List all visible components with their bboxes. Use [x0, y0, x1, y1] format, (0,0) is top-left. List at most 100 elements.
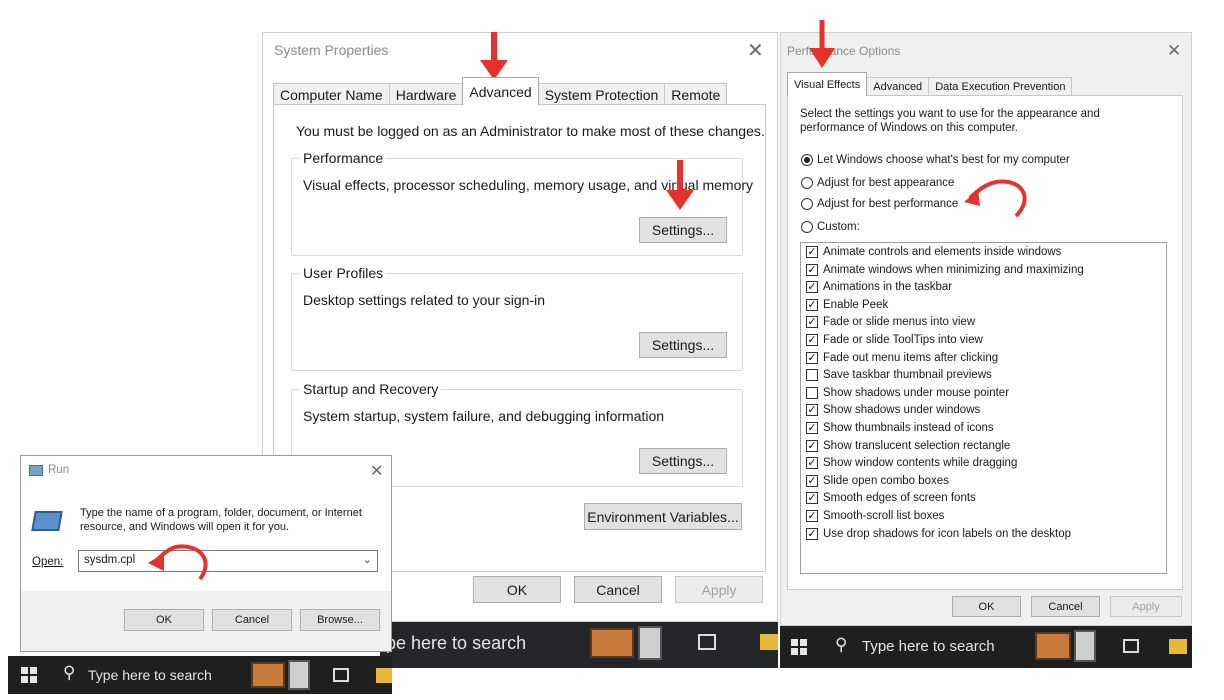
apply-button[interactable]: Apply [1110, 596, 1182, 617]
tab-computer-name[interactable]: Computer Name [273, 83, 390, 105]
environment-variables-button[interactable]: Environment Variables... [584, 503, 742, 530]
list-item[interactable]: ✓ Show translucent selection rectangle [806, 439, 1010, 452]
ok-button[interactable]: OK [473, 576, 561, 603]
startup-settings-button[interactable]: Settings... [639, 448, 727, 474]
taskbar-left: ⚲ Type here to search [8, 656, 392, 694]
tab-visual-effects[interactable]: Visual Effects [787, 72, 868, 96]
file-cabinet-icon[interactable] [590, 628, 634, 658]
search-icon: ⚲ [63, 663, 76, 682]
tab-remote[interactable]: Remote [664, 83, 728, 105]
checkmark-icon[interactable]: ✓ [806, 334, 818, 346]
taskbar-right: ⚲ Type here to search [780, 626, 1192, 668]
tab-bar: Computer Name Hardware Advanced System P… [273, 77, 728, 105]
taskbar-search-text[interactable]: pe here to search [386, 633, 526, 654]
task-view-icon[interactable] [333, 668, 349, 682]
list-item[interactable]: ✓ Enable Peek [806, 298, 888, 311]
list-item[interactable]: ✓ Fade or slide menus into view [806, 316, 975, 329]
list-item[interactable]: ✓ Show thumbnails instead of icons [806, 422, 994, 434]
open-combobox[interactable]: sysdm.cpl ⌄ [78, 550, 378, 572]
cancel-button[interactable]: Cancel [212, 609, 292, 631]
tab-advanced[interactable]: Advanced [462, 77, 539, 105]
group-legend: User Profiles [300, 265, 387, 281]
list-item[interactable]: ✓ Smooth edges of screen fonts [806, 492, 976, 505]
list-item[interactable]: Save taskbar thumbnail previews [806, 369, 992, 382]
list-item[interactable]: ✓ Animate controls and elements inside wi… [806, 246, 1061, 258]
performance-settings-button[interactable]: Settings... [639, 217, 727, 243]
checkmark-icon[interactable]: ✓ [806, 457, 818, 470]
folder-icon[interactable] [376, 668, 392, 683]
task-view-icon[interactable] [698, 634, 716, 650]
windows-start-icon[interactable] [791, 639, 807, 655]
tab-system-protection[interactable]: System Protection [537, 83, 666, 105]
checkbox-label: Fade or slide ToolTips into view [823, 334, 983, 346]
calculator-icon[interactable] [1074, 630, 1096, 662]
close-icon[interactable]: ✕ [747, 41, 764, 61]
checkbox-label: Save taskbar thumbnail previews [823, 369, 992, 382]
checkmark-icon[interactable]: ✓ [806, 263, 818, 276]
checkbox-label: Smooth edges of screen fonts [823, 492, 976, 505]
windows-start-icon[interactable] [21, 667, 37, 683]
list-item[interactable]: ✓ Slide open combo boxes [806, 474, 949, 487]
checkmark-icon[interactable]: ✓ [806, 298, 818, 311]
browse-button[interactable]: Browse... [300, 609, 380, 631]
tab-hardware[interactable]: Hardware [388, 83, 464, 105]
taskbar-search-text[interactable]: Type here to search [88, 667, 212, 683]
list-item[interactable]: ✓ Animate windows when minimizing and max… [806, 263, 1084, 276]
ok-button[interactable]: OK [952, 596, 1021, 617]
apply-button[interactable]: Apply [675, 576, 763, 603]
radio-best-performance[interactable]: Adjust for best performance [801, 198, 958, 210]
tab-bar: Visual Effects Advanced Data Execution P… [787, 72, 1073, 96]
group-description: Desktop settings related to your sign-in [303, 292, 546, 308]
checkbox[interactable] [806, 369, 818, 382]
folder-icon[interactable] [760, 634, 778, 650]
group-legend: Performance [300, 150, 387, 166]
list-item[interactable]: ✓ Use drop shadows for icon labels on the… [806, 527, 1071, 540]
taskbar-search-text[interactable]: Type here to search [862, 638, 995, 655]
arrow-down-icon [666, 160, 694, 210]
calculator-icon[interactable] [638, 626, 662, 660]
list-item[interactable]: Show shadows under mouse pointer [806, 386, 1009, 399]
close-icon[interactable]: ✕ [1167, 41, 1181, 61]
radio-best-appearance[interactable]: Adjust for best appearance [801, 177, 954, 189]
cancel-button[interactable]: Cancel [574, 576, 662, 603]
checkmark-icon[interactable]: ✓ [806, 492, 818, 505]
list-item[interactable]: ✓ Show window contents while dragging [806, 457, 1017, 470]
calculator-icon[interactable] [288, 660, 310, 690]
tab-advanced[interactable]: Advanced [866, 77, 930, 96]
checkmark-icon[interactable]: ✓ [806, 439, 818, 452]
file-cabinet-icon[interactable] [1035, 632, 1071, 660]
radio-let-windows-choose[interactable]: Let Windows choose what's best for my co… [801, 154, 1070, 166]
task-view-icon[interactable] [1123, 639, 1139, 653]
radio-label: Adjust for best performance [817, 198, 959, 210]
cancel-button[interactable]: Cancel [1031, 596, 1100, 617]
checkbox-label: Animate controls and elements inside win… [823, 246, 1062, 258]
list-item[interactable]: ✓ Smooth-scroll list boxes [806, 510, 944, 522]
checkmark-icon[interactable]: ✓ [806, 316, 818, 329]
checkmark-icon[interactable]: ✓ [806, 404, 818, 417]
checkmark-icon[interactable]: ✓ [806, 474, 818, 487]
checkmark-icon[interactable]: ✓ [806, 351, 818, 364]
chevron-down-icon[interactable]: ⌄ [363, 553, 372, 566]
run-app-icon [29, 465, 43, 476]
ok-button[interactable]: OK [124, 609, 204, 631]
checkmark-icon[interactable]: ✓ [806, 527, 818, 540]
folder-icon[interactable] [1169, 639, 1187, 654]
file-cabinet-icon[interactable] [251, 662, 285, 688]
list-item[interactable]: ✓ Show shadows under windows [806, 404, 980, 417]
arrow-down-icon [809, 20, 835, 68]
list-item[interactable]: ✓ Fade or slide ToolTips into view [806, 334, 983, 346]
tab-data-execution-prevention[interactable]: Data Execution Prevention [928, 77, 1073, 96]
taskbar-middle: pe here to search [380, 622, 778, 668]
checkmark-icon[interactable]: ✓ [806, 281, 818, 294]
close-icon[interactable]: ✕ [370, 462, 383, 482]
user-profiles-settings-button[interactable]: Settings... [639, 332, 727, 358]
visual-effects-list[interactable]: ✓ Animate controls and elements inside wi… [800, 242, 1167, 574]
radio-custom[interactable]: Custom: [801, 221, 860, 233]
checkmark-icon[interactable]: ✓ [806, 422, 818, 434]
list-item[interactable]: ✓ Fade out menu items after clicking [806, 351, 998, 364]
checkbox[interactable] [806, 386, 818, 399]
titlebar [21, 456, 391, 486]
list-item[interactable]: ✓ Animations in the taskbar [806, 281, 952, 294]
checkmark-icon[interactable]: ✓ [806, 510, 818, 522]
checkmark-icon[interactable]: ✓ [806, 246, 818, 258]
